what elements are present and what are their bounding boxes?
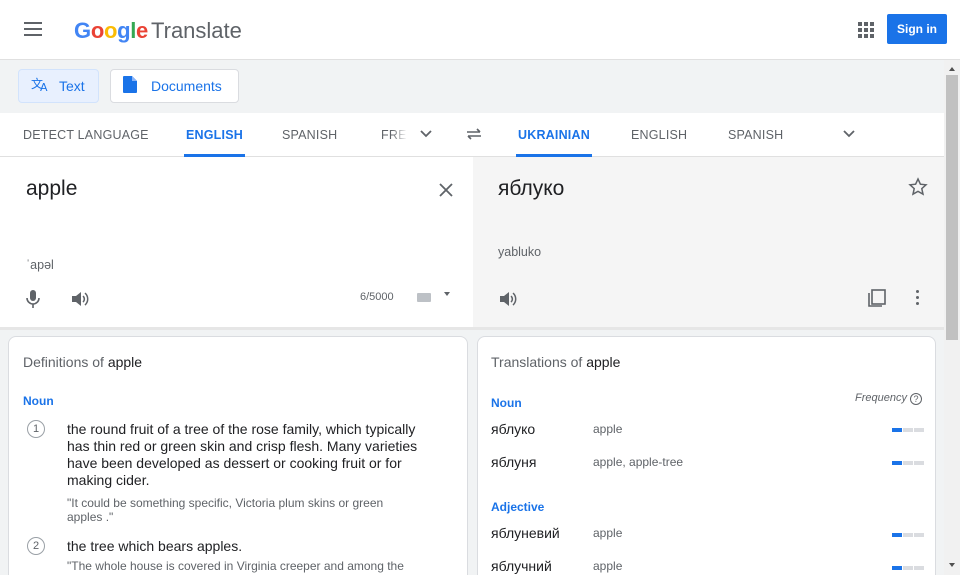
source-lang-english-tab[interactable]: ENGLISH: [184, 113, 245, 157]
documents-mode-button[interactable]: Documents: [110, 69, 239, 103]
target-lang-ukrainian-tab[interactable]: UKRAINIAN: [516, 113, 592, 157]
translations-pos-noun: Noun: [491, 396, 522, 410]
definition-text: the tree which bears apples.: [67, 538, 243, 554]
back-translation: apple: [593, 526, 623, 540]
definitions-pos-noun: Noun: [23, 394, 54, 408]
keyboard-icon[interactable]: [417, 293, 431, 302]
source-lang-more-chevron-down-icon[interactable]: [419, 127, 433, 141]
definition-example: "The whole house is covered in Virginia …: [67, 559, 404, 573]
target-lang-english-tab[interactable]: ENGLISH: [631, 113, 687, 157]
frequency-segment: [914, 461, 924, 465]
frequency-segment: [892, 533, 902, 537]
frequency-segment: [903, 428, 913, 432]
frequency-segment: [903, 461, 913, 465]
frequency-bar: [892, 428, 924, 432]
copy-translation-icon[interactable]: [867, 288, 887, 308]
back-translation: apple, apple-tree: [593, 455, 684, 469]
source-lang-detect-tab[interactable]: DETECT LANGUAGE: [23, 113, 149, 157]
translations-title: Translations of apple: [491, 354, 621, 370]
main-menu-icon[interactable]: [24, 22, 42, 38]
frequency-segment: [892, 428, 902, 432]
top-header: Google Translate Sign in: [0, 0, 960, 60]
translation-output: яблуко: [498, 177, 565, 200]
svg-text:A: A: [40, 81, 48, 92]
definitions-title: Definitions of apple: [23, 354, 143, 370]
frequency-bar: [892, 566, 924, 570]
translations-word: apple: [586, 354, 621, 370]
input-tools-caret-down-icon[interactable]: [444, 292, 450, 296]
google-apps-icon[interactable]: [858, 22, 874, 38]
product-name: Translate: [151, 18, 242, 43]
frequency-segment: [903, 566, 913, 570]
source-lang-french-tab[interactable]: FRE: [381, 113, 407, 157]
frequency-segment: [914, 566, 924, 570]
definition-text: the round fruit of a tree of the rose fa…: [67, 421, 418, 488]
translation-word[interactable]: яблучний: [491, 558, 552, 574]
microphone-icon[interactable]: [24, 289, 42, 309]
frequency-bar: [892, 461, 924, 465]
more-options-icon[interactable]: [916, 290, 920, 306]
frequency-label: Frequency: [855, 392, 907, 404]
document-icon: [123, 75, 145, 97]
source-phonetic: ˈapəl: [26, 258, 54, 272]
frequency-segment: [892, 461, 902, 465]
translate-icon: 文A: [31, 76, 53, 96]
frequency-bar: [892, 533, 924, 537]
frequency-segment: [892, 566, 902, 570]
clear-source-close-icon[interactable]: [436, 180, 456, 200]
save-translation-star-icon[interactable]: [908, 177, 928, 197]
source-lang-spanish-tab[interactable]: SPANISH: [282, 113, 337, 157]
frequency-segment: [914, 428, 924, 432]
source-text-input[interactable]: apple: [26, 177, 77, 201]
definition-number: 1: [27, 420, 45, 438]
mode-bar: 文A Text Documents: [0, 60, 944, 113]
google-translate-page: Google Translate Sign in 文A Text Documen…: [0, 0, 960, 575]
scroll-up-arrow-icon[interactable]: [949, 67, 955, 71]
back-translation: apple: [593, 559, 623, 573]
frequency-segment: [914, 533, 924, 537]
character-count: 6/5000: [360, 291, 394, 303]
documents-mode-label: Documents: [151, 78, 222, 94]
target-listen-speaker-icon[interactable]: [498, 289, 518, 309]
sign-in-button[interactable]: Sign in: [887, 14, 947, 44]
translations-pos-adjective: Adjective: [491, 500, 545, 514]
scroll-down-arrow-icon[interactable]: [949, 563, 955, 567]
text-mode-button[interactable]: 文A Text: [18, 69, 99, 103]
frequency-help-icon[interactable]: ?: [910, 393, 922, 405]
google-logo[interactable]: Google: [74, 18, 148, 44]
definition-example: "It could be something specific, Victori…: [67, 496, 384, 524]
source-listen-speaker-icon[interactable]: [70, 289, 90, 309]
translation-word[interactable]: яблуко: [491, 421, 535, 437]
definition-number: 2: [27, 537, 45, 555]
target-lang-more-chevron-down-icon[interactable]: [842, 127, 856, 141]
translation-word[interactable]: яблуня: [491, 454, 536, 470]
swap-languages-icon[interactable]: [464, 124, 484, 144]
target-lang-spanish-tab[interactable]: SPANISH: [728, 113, 783, 157]
translation-word[interactable]: яблуневий: [491, 525, 560, 541]
scrollbar-thumb[interactable]: [946, 75, 958, 340]
frequency-segment: [903, 533, 913, 537]
back-translation: apple: [593, 422, 623, 436]
definitions-word: apple: [107, 354, 143, 370]
text-mode-label: Text: [59, 78, 85, 94]
transliteration: yabluko: [498, 245, 542, 259]
